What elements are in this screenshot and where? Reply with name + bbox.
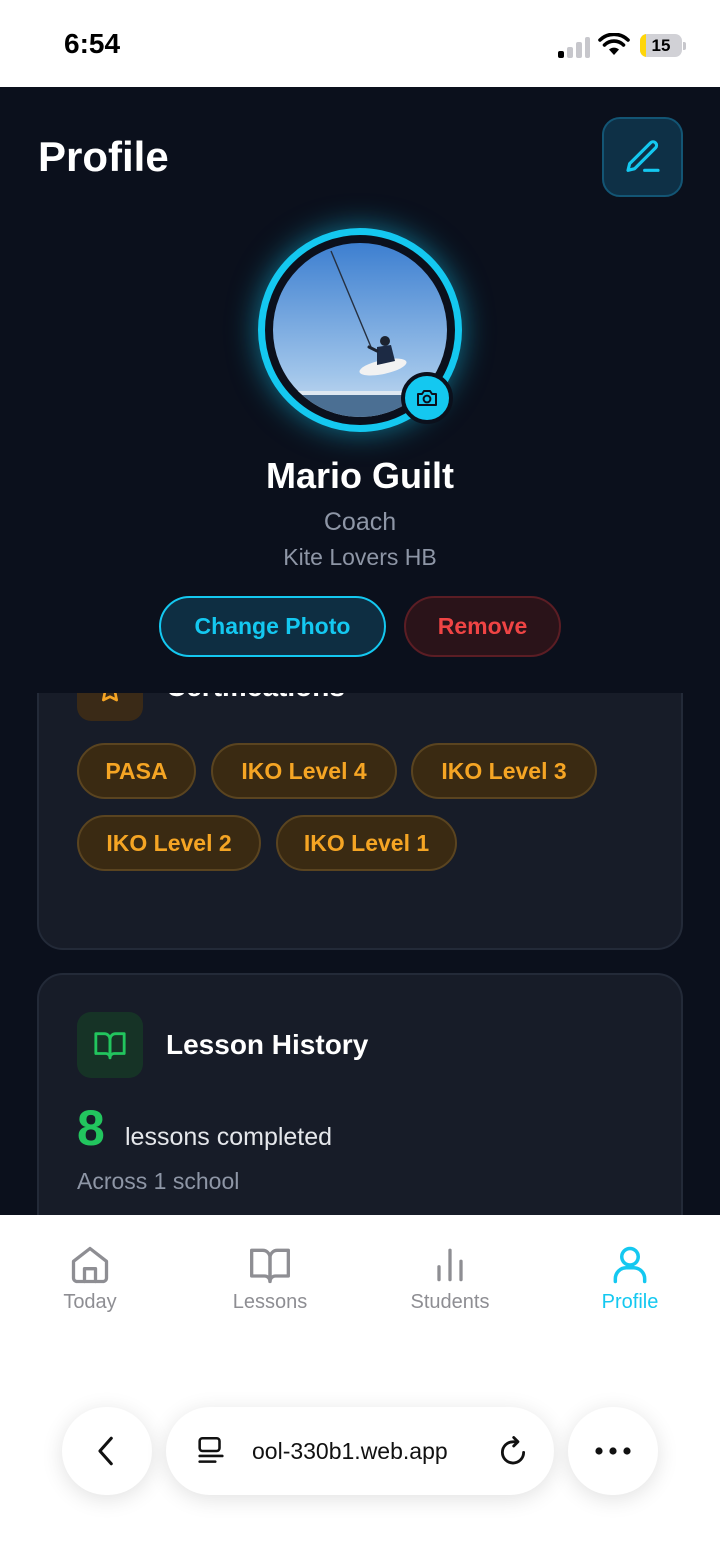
tab-label: Profile [601,1291,659,1313]
book-open-icon [77,1012,143,1078]
user-school: Kite Lovers HB [283,544,437,570]
profile-screen: Profile Mario Guilt Coach Kite Lovers HB… [0,87,720,1215]
url-text: ool-330b1.web.app [252,1438,448,1464]
certification-chip: PASA [77,743,196,799]
tab-lessons[interactable]: Lessons [200,1243,340,1314]
lesson-history-card[interactable]: Lesson History 8 lessons completed Acros… [37,973,683,1215]
signal-icon [558,36,590,58]
tab-profile[interactable]: Profile [560,1243,700,1314]
user-name: Mario Guilt [266,455,454,496]
lesson-schools-summary: Across 1 school [77,1168,240,1194]
bar-chart-icon [437,1248,463,1282]
user-role: Coach [323,508,397,536]
profile-scroll-content[interactable]: Certifications PASA IKO Level 4 IKO Leve… [0,693,720,1215]
change-photo-camera-button[interactable] [401,372,453,424]
address-bar[interactable]: ool-330b1.web.app [166,1407,554,1495]
status-bar: 6:54 15 [0,0,720,87]
browser-toolbar: ool-330b1.web.app [0,1335,720,1558]
camera-icon [417,390,437,406]
home-icon [71,1246,109,1284]
tab-today[interactable]: Today [20,1243,160,1314]
browser-back-button[interactable] [62,1407,152,1495]
change-photo-button[interactable]: Change Photo [159,596,386,657]
battery-icon: 15 [640,34,686,57]
tabs-icon [198,1436,224,1463]
page-title: Profile [38,133,169,180]
certifications-card: Certifications PASA IKO Level 4 IKO Leve… [37,693,683,950]
tab-label: Today [63,1291,117,1313]
reload-icon[interactable] [496,1433,530,1469]
bottom-tab-bar: Today Lessons Students Profile [0,1215,720,1335]
tab-label: Students [410,1291,490,1313]
tab-label: Lessons [232,1291,308,1313]
remove-photo-button[interactable]: Remove [404,596,561,657]
more-icon [595,1447,631,1455]
certification-chip: IKO Level 3 [411,743,597,799]
browser-more-button[interactable] [568,1407,658,1495]
back-icon [98,1436,113,1466]
wifi-icon [598,32,630,57]
certification-chip: IKO Level 4 [211,743,397,799]
certification-chip: IKO Level 2 [77,815,261,871]
certification-chip: IKO Level 1 [276,815,457,871]
battery-level: 15 [651,36,671,55]
lesson-history-title: Lesson History [166,1029,369,1060]
certifications-title: Certifications [166,693,345,703]
status-time: 6:54 [64,28,121,59]
user-icon [613,1246,647,1284]
book-open-icon [250,1248,290,1284]
pencil-icon [625,140,660,172]
tab-students[interactable]: Students [380,1243,520,1314]
edit-profile-button[interactable] [602,117,683,197]
lesson-count-label: lessons completed [125,1123,333,1151]
award-icon [77,693,143,721]
lesson-count: 8 [77,1100,105,1156]
